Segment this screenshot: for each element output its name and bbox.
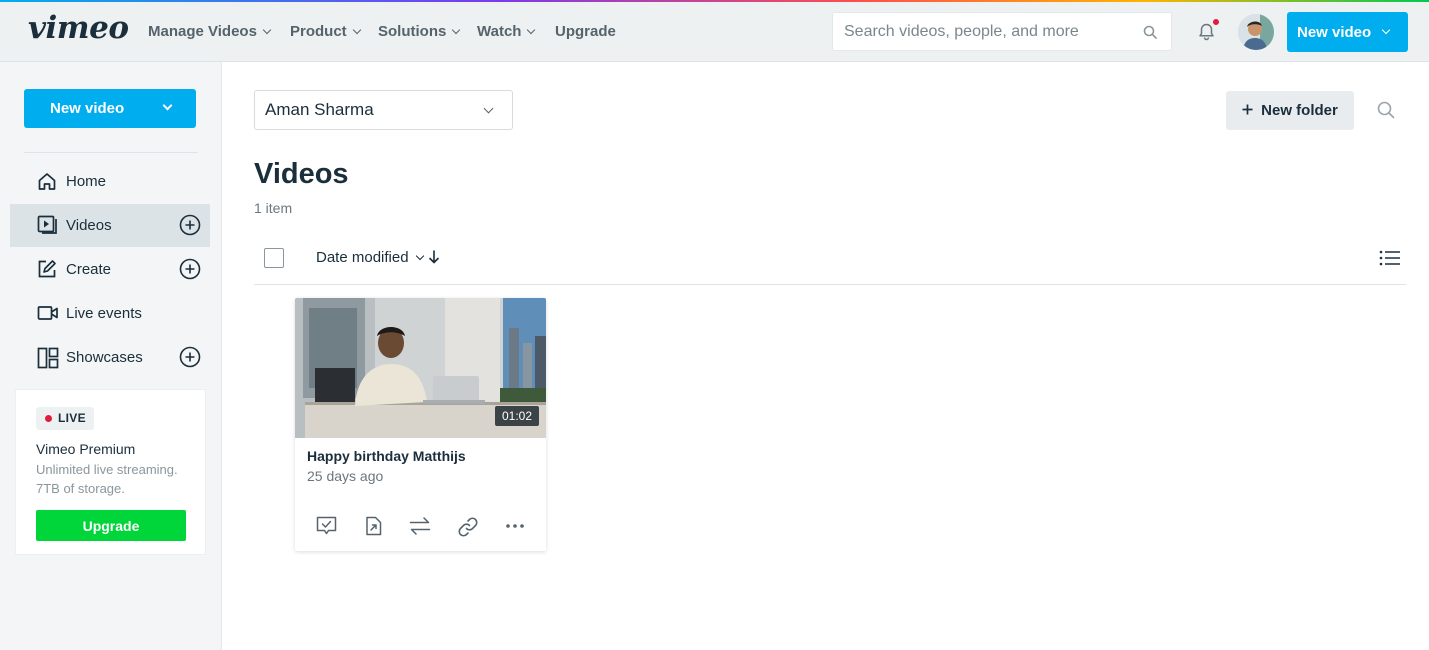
- nav-label: Product: [290, 23, 347, 40]
- showcase-icon: [37, 347, 59, 373]
- sidebar-item-live-events[interactable]: Live events: [10, 292, 210, 335]
- chevron-down-icon: [1381, 25, 1391, 35]
- nav-product[interactable]: Product: [290, 23, 361, 40]
- nav-label: Manage Videos: [148, 23, 257, 40]
- vimeo-logo[interactable]: vimeo: [28, 10, 129, 46]
- new-video-label: New video: [50, 100, 125, 117]
- new-folder-button[interactable]: New folder: [1226, 91, 1354, 130]
- search-input[interactable]: [833, 13, 1123, 50]
- chevron-down-icon: [262, 25, 272, 35]
- page-title: Videos: [254, 158, 349, 190]
- sidebar-new-video-button[interactable]: New video: [24, 89, 196, 128]
- nav-upgrade[interactable]: Upgrade: [555, 23, 616, 40]
- video-card: 01:02 Happy birthday Matthijs 25 days ag…: [295, 298, 546, 551]
- premium-description: Unlimited live streaming. 7TB of storage…: [36, 462, 178, 496]
- sidebar: New video Home Videos Create Live events: [0, 62, 222, 650]
- divider: [24, 152, 198, 153]
- chevron-down-icon: [527, 25, 536, 35]
- video-duration: 01:02: [494, 406, 539, 426]
- chevron-down-icon: [352, 25, 361, 35]
- sort-dropdown[interactable]: Date modified: [316, 249, 424, 266]
- sidebar-item-create[interactable]: Create: [10, 248, 210, 291]
- premium-title: Vimeo Premium: [36, 441, 136, 457]
- list-view-icon[interactable]: [1379, 249, 1401, 272]
- sidebar-item-label: Create: [66, 261, 112, 278]
- sidebar-item-label: Home: [66, 173, 107, 190]
- sidebar-item-videos[interactable]: Videos: [10, 204, 210, 247]
- add-circle-icon[interactable]: [179, 214, 201, 240]
- chevron-down-icon: [162, 100, 173, 111]
- camera-icon: [37, 303, 59, 327]
- top-navigation: vimeo Manage Videos Product Solutions Wa…: [0, 2, 1429, 62]
- new-video-label: New video: [1297, 23, 1372, 41]
- premium-promo-card: LIVE Vimeo Premium Unlimited live stream…: [15, 389, 206, 555]
- notification-dot: [1212, 18, 1220, 26]
- owner-name: Aman Sharma: [265, 100, 374, 119]
- share-icon[interactable]: [364, 516, 382, 541]
- sidebar-item-showcases[interactable]: Showcases: [10, 336, 210, 379]
- global-search: [832, 12, 1172, 51]
- video-title[interactable]: Happy birthday Matthijs: [307, 448, 466, 464]
- sort-direction-arrow-icon[interactable]: [428, 249, 440, 270]
- review-icon[interactable]: [316, 516, 337, 541]
- notifications-bell-icon[interactable]: [1197, 22, 1216, 46]
- add-circle-icon[interactable]: [179, 258, 201, 284]
- search-icon[interactable]: [1143, 25, 1157, 44]
- live-badge: LIVE: [36, 407, 94, 430]
- nav-solutions[interactable]: Solutions: [378, 23, 461, 40]
- chevron-down-icon: [483, 103, 494, 114]
- item-count: 1 item: [254, 200, 293, 216]
- nav-label: Watch: [477, 23, 522, 40]
- create-icon: [37, 259, 57, 283]
- upgrade-button[interactable]: Upgrade: [36, 510, 186, 541]
- video-library-icon: [37, 215, 57, 239]
- add-circle-icon[interactable]: [179, 346, 201, 372]
- owner-select[interactable]: Aman Sharma: [254, 90, 513, 130]
- home-icon: [37, 171, 57, 195]
- link-icon[interactable]: [457, 516, 479, 543]
- nav-manage-videos[interactable]: Manage Videos: [148, 23, 272, 40]
- sidebar-item-label: Live events: [66, 305, 142, 322]
- live-badge-label: LIVE: [58, 411, 86, 425]
- nav-label: Solutions: [378, 23, 447, 40]
- nav-watch[interactable]: Watch: [477, 23, 536, 40]
- replace-icon[interactable]: [409, 516, 431, 541]
- more-options-icon[interactable]: [505, 516, 525, 541]
- search-icon[interactable]: [1377, 101, 1395, 124]
- sidebar-item-label: Showcases: [66, 349, 143, 366]
- user-avatar[interactable]: [1238, 14, 1274, 50]
- new-folder-label: New folder: [1261, 102, 1338, 119]
- nav-label: Upgrade: [555, 23, 616, 40]
- video-date: 25 days ago: [307, 468, 384, 484]
- sidebar-item-home[interactable]: Home: [10, 160, 210, 203]
- new-video-button[interactable]: New video: [1287, 12, 1408, 52]
- chevron-down-icon: [452, 25, 461, 35]
- plus-icon: [1242, 102, 1253, 119]
- divider: [254, 284, 1406, 285]
- video-thumbnail[interactable]: 01:02: [295, 298, 546, 438]
- sort-label: Date modified: [316, 249, 409, 266]
- chevron-down-icon: [415, 251, 424, 261]
- sidebar-item-label: Videos: [66, 217, 112, 234]
- live-dot-icon: [45, 415, 52, 422]
- select-all-checkbox[interactable]: [264, 248, 284, 268]
